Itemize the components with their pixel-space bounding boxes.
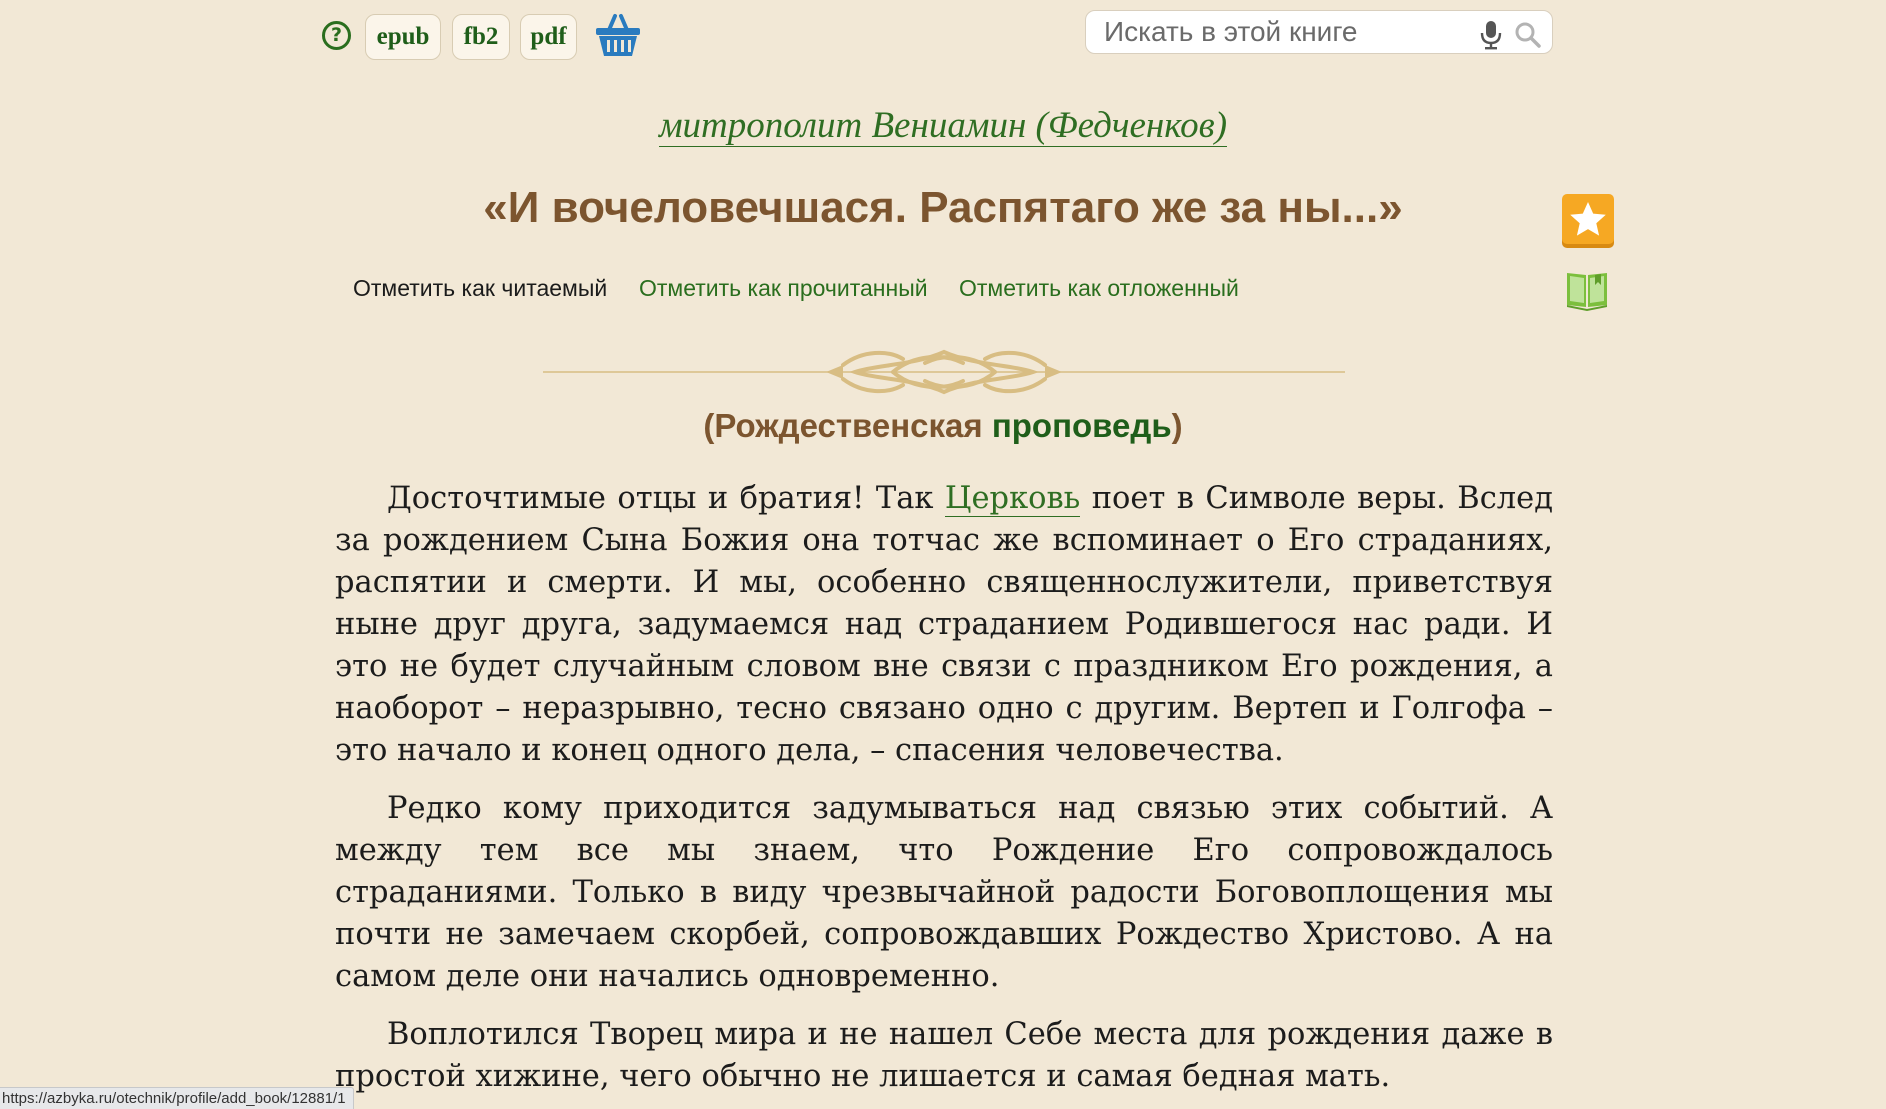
help-button[interactable]: ? [322, 21, 351, 50]
download-pdf-button[interactable]: pdf [520, 14, 577, 60]
search-input[interactable] [1104, 15, 1474, 49]
microphone-icon[interactable] [1478, 20, 1504, 50]
author-link-wrapper: митрополит Вениамин (Федченков) [0, 102, 1886, 150]
church-term-link[interactable]: Церковь [944, 481, 1081, 517]
subtitle-word-christmas: Рождественская [714, 407, 992, 444]
subtitle-word-sermon: проповедь [991, 407, 1172, 444]
ornament-divider [543, 349, 1345, 395]
basket-icon[interactable] [594, 12, 642, 58]
section-subtitle: (Рождественская проповедь) [0, 404, 1886, 448]
open-book-icon[interactable] [1565, 269, 1609, 311]
paragraph-text: поет в Символе веры. Вслед за рождением … [335, 481, 1553, 768]
subtitle-open-paren: ( [703, 407, 715, 444]
paragraph: Воплотился Творец мира и не нашел Себе м… [335, 1017, 1553, 1094]
star-icon[interactable] [1561, 193, 1615, 249]
download-fb2-button[interactable]: fb2 [452, 14, 510, 60]
subtitle-close-paren: ) [1171, 407, 1183, 444]
download-epub-button[interactable]: epub [365, 14, 441, 60]
mark-as-reading-link[interactable]: Отметить как читаемый [353, 270, 607, 306]
paragraph: Редко кому приходится задумываться над с… [335, 791, 1553, 994]
book-text: Досточтимые отцы и братия! Так Церковь п… [335, 478, 1553, 1109]
mark-as-read-link[interactable]: Отметить как прочитанный [639, 270, 928, 306]
search-box [1085, 10, 1553, 54]
author-link[interactable]: митрополит Вениамин (Федченков) [658, 105, 1228, 147]
status-bar-url: https://azbyka.ru/otechnik/profile/add_b… [0, 1087, 354, 1109]
paragraph-text: Досточтимые отцы и братия! Так [387, 481, 945, 516]
paragraph: Досточтимые отцы и братия! Так Церковь п… [335, 478, 1553, 772]
mark-as-postponed-link[interactable]: Отметить как отложенный [959, 270, 1239, 306]
magnifier-icon[interactable] [1514, 21, 1542, 49]
